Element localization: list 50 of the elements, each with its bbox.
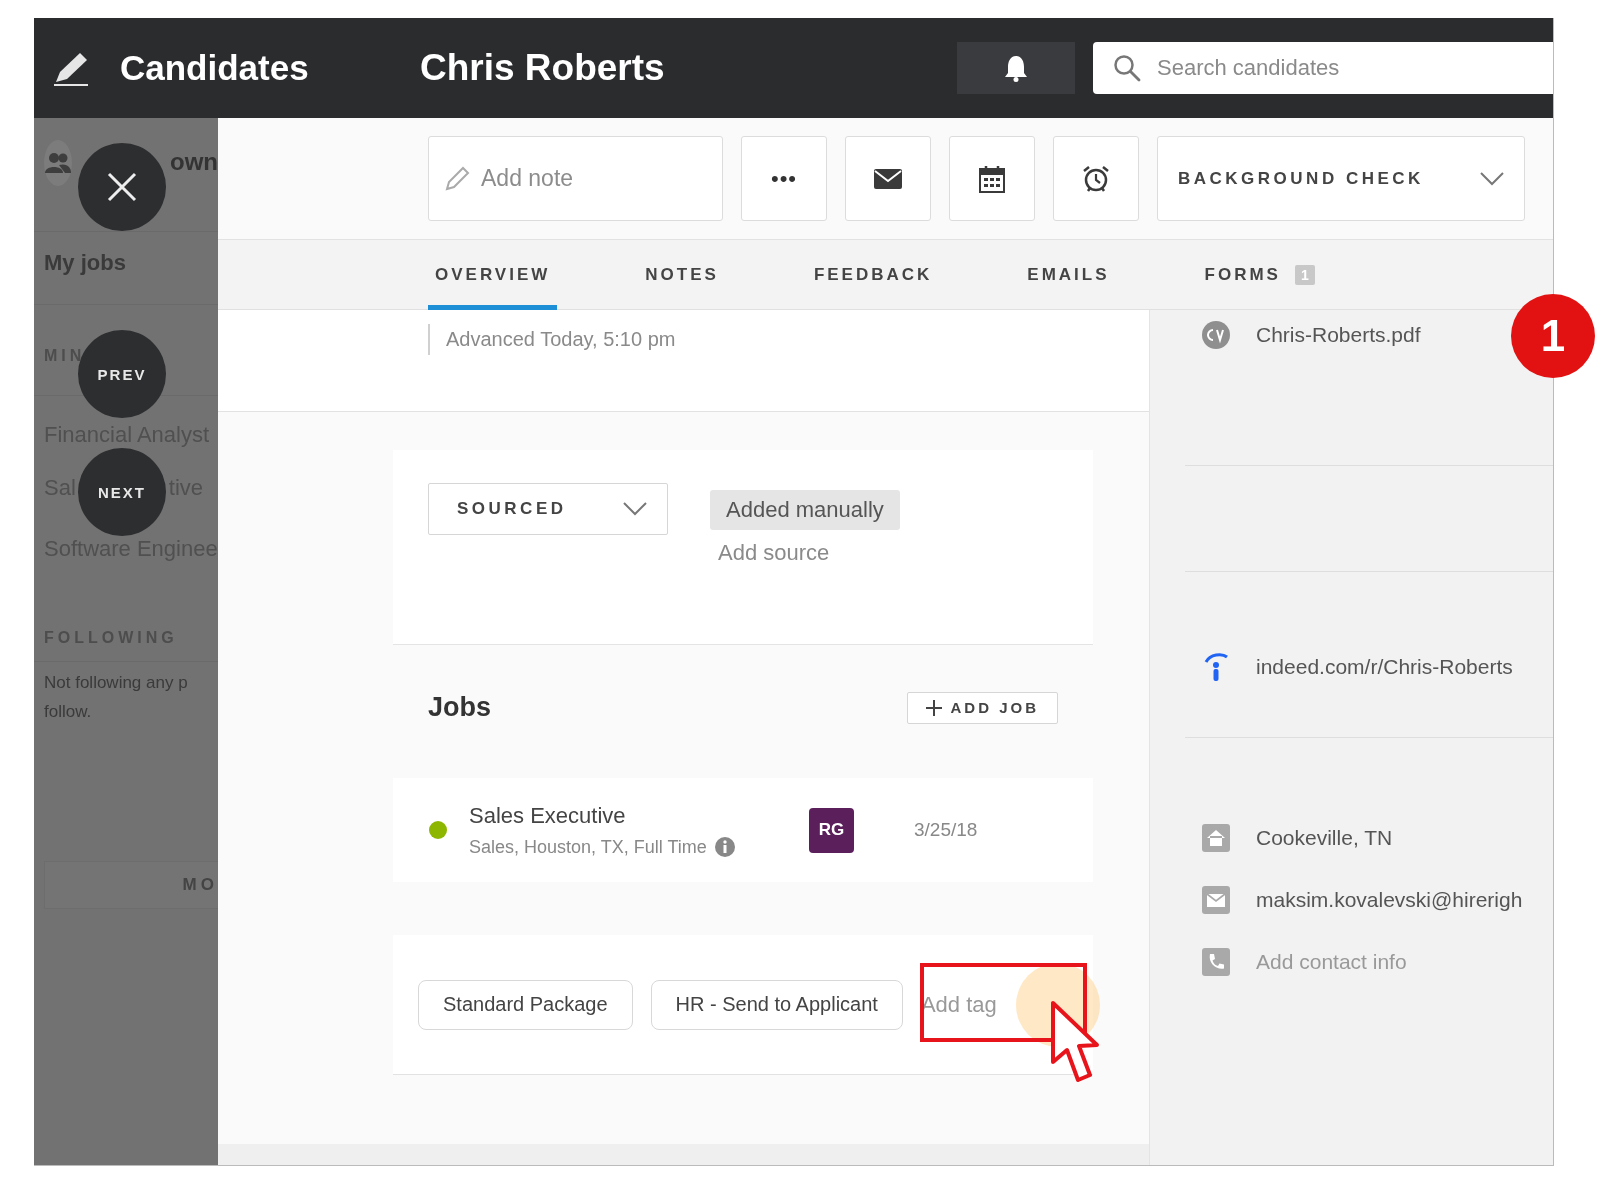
tab[interactable]: NOTES — [638, 240, 726, 310]
add-job-button[interactable]: ADD JOB — [907, 691, 1058, 724]
chevron-down-icon — [623, 502, 647, 516]
candidate-name: Chris Roberts — [420, 47, 666, 89]
phone-icon — [1202, 948, 1230, 976]
info-icon — [714, 837, 735, 857]
search-field[interactable]: Search candidates — [1093, 42, 1553, 94]
envelope-icon — [874, 168, 902, 189]
reminder-button[interactable] — [1053, 136, 1139, 221]
tag-chip[interactable]: Standard Package — [418, 979, 633, 1030]
profile-link[interactable]: indeed.com/r/Chris-Roberts — [1256, 655, 1513, 679]
chevron-down-icon — [1480, 171, 1504, 186]
job-card[interactable]: Sales Executive Sales, Houston, TX, Full Time RG 3/25/18 — [393, 778, 1093, 882]
add-note-field[interactable]: Add note — [428, 136, 723, 221]
plus-icon — [926, 699, 943, 716]
tab[interactable]: EMAILS — [1020, 240, 1117, 310]
job-title: Sales Executive — [469, 802, 627, 829]
section-title: Jobs — [428, 692, 492, 723]
close-icon — [107, 172, 137, 202]
search-icon — [1113, 54, 1141, 82]
job-details: Sales, Houston, TX, Full Time — [469, 836, 707, 858]
source-tag: Added manually — [710, 490, 900, 530]
stage-dropdown[interactable]: BACKGROUND CHECK — [1157, 136, 1525, 221]
tab[interactable]: FEEDBACK — [806, 240, 940, 310]
nav-button[interactable]: NEXT — [78, 448, 166, 536]
more-options-button[interactable]: ••• — [741, 136, 827, 221]
pencil-icon — [52, 50, 90, 86]
calendar-icon — [979, 164, 1005, 193]
people-icon — [45, 152, 71, 174]
location-text: Cookeville, TN — [1256, 826, 1393, 850]
email-link[interactable]: maksim.kovalevski@hirerigh — [1256, 888, 1523, 912]
source-dropdown[interactable]: SOURCED — [428, 483, 668, 535]
bell-icon — [1003, 54, 1029, 82]
email-button[interactable] — [845, 136, 931, 221]
alarm-clock-icon — [1082, 164, 1110, 193]
section-title: Candidates — [120, 48, 310, 88]
envelope-icon — [1202, 886, 1230, 914]
file-link[interactable]: Chris-Roberts.pdf — [1256, 323, 1421, 347]
schedule-button[interactable] — [949, 136, 1035, 221]
tag-chip[interactable]: HR - Send to Applicant — [650, 979, 903, 1030]
job-date: 3/25/18 — [914, 819, 978, 841]
step-marker: 1 — [1511, 294, 1595, 378]
notifications-button[interactable] — [957, 42, 1075, 94]
cv-icon — [1202, 321, 1230, 349]
activity-text: Advanced Today, 5:10 pm — [428, 324, 676, 355]
empty-message: Not following any p follow. — [43, 672, 189, 723]
home-icon — [1202, 824, 1230, 852]
recruiter-badge: RG — [809, 807, 854, 853]
nav-button[interactable]: PREV — [78, 330, 166, 418]
pencil-icon — [444, 166, 470, 192]
